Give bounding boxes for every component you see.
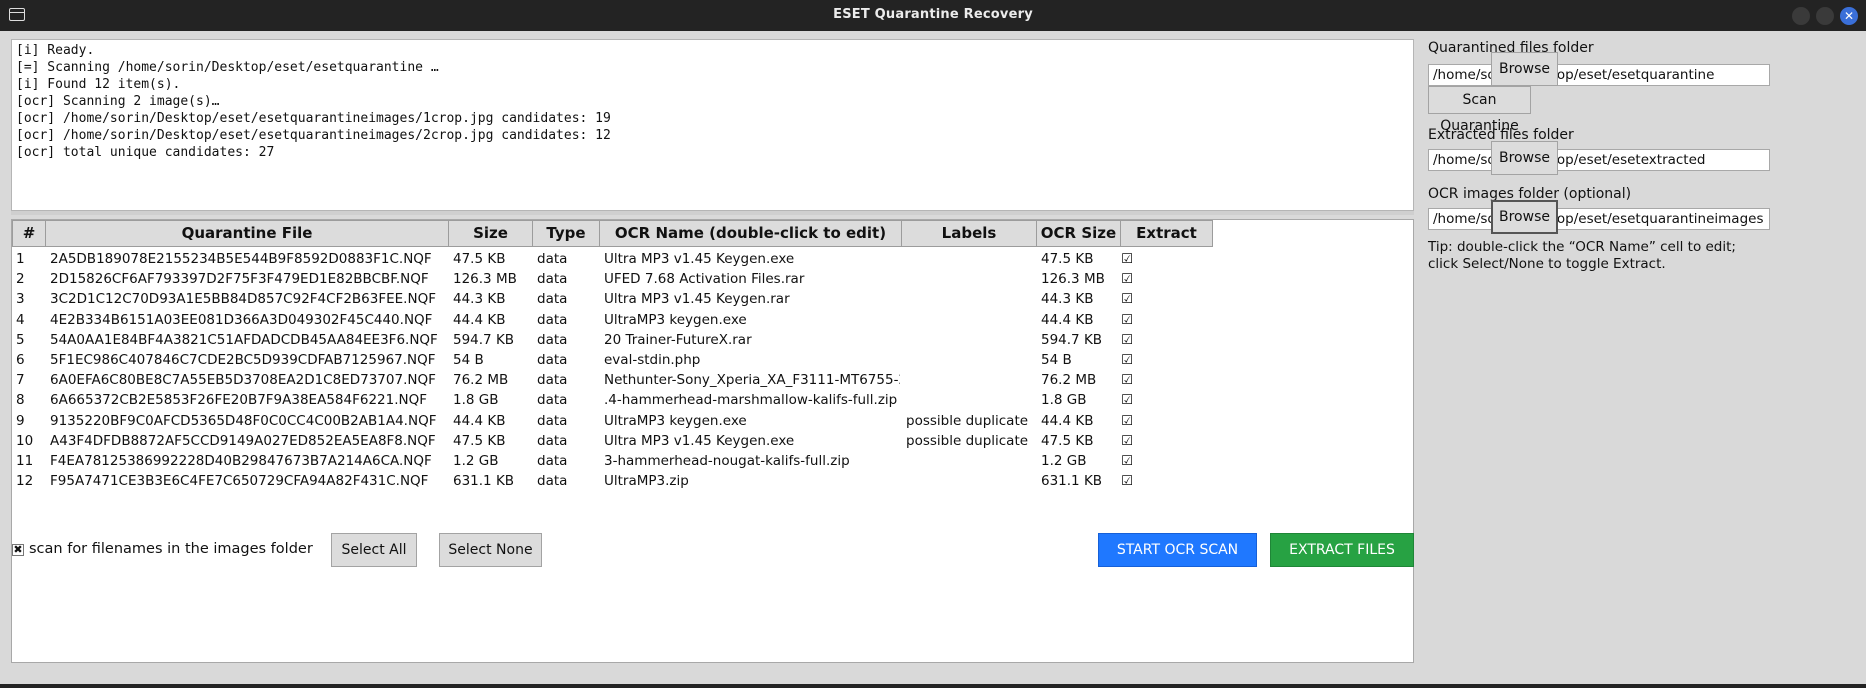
window-frame-bottom	[0, 684, 1866, 688]
app-window: ESET Quarantine Recovery ✕ [i] Ready. [=]…	[0, 0, 1866, 688]
log-line: [i] Found 12 item(s).	[16, 77, 181, 92]
table-cell-quarantine-file: F95A7471CE3B3E6C4FE7C650729CFA94A82F431C…	[50, 473, 429, 490]
ocr-folder-input[interactable]: /home/sorin/Desktop/eset/esetquarantinei…	[1428, 208, 1770, 230]
extracted-folder-input[interactable]: /home/sorin/Desktop/eset/esetextracted	[1428, 149, 1770, 171]
column-header-quarantine-file[interactable]: Quarantine File	[46, 220, 449, 247]
log-line: [ocr] Scanning 2 image(s)…	[16, 94, 220, 109]
column-header-labels[interactable]: Labels	[902, 220, 1037, 247]
maximize-button[interactable]	[1816, 7, 1834, 25]
column-header-type[interactable]: Type	[533, 220, 600, 247]
usage-tip: Tip: double-click the “OCR Name” cell to…	[1428, 239, 1736, 272]
log-line: [ocr] total unique candidates: 27	[16, 145, 275, 160]
select-all-button[interactable]: Select All	[331, 533, 417, 567]
extract-files-button[interactable]: EXTRACT FILES	[1270, 533, 1414, 567]
window-title: ESET Quarantine Recovery	[833, 7, 1033, 22]
close-button[interactable]: ✕	[1840, 7, 1858, 25]
column-header-index[interactable]: #	[12, 220, 46, 247]
scan-images-checkbox[interactable]: ✖	[12, 544, 24, 556]
client-area: [i] Ready. [=] Scanning /home/sorin/Deskt…	[0, 31, 1866, 684]
browse-ocr-button[interactable]: Browse	[1491, 200, 1558, 234]
table-cell-type: data	[537, 473, 568, 490]
log-line: [=] Scanning /home/sorin/Desktop/eset/es…	[16, 60, 439, 75]
browse-quarantine-button[interactable]: Browse	[1491, 52, 1558, 86]
table-cell-labels	[906, 469, 1035, 493]
table-header: # Quarantine File Size Type OCR Name (double…	[12, 220, 1413, 247]
browse-extracted-button[interactable]: Browse	[1491, 141, 1558, 175]
scan-quarantine-button[interactable]: Scan Quarantine	[1428, 86, 1531, 134]
column-header-ocr-size[interactable]: OCR Size	[1037, 220, 1121, 247]
table-cell-index: 12	[16, 473, 34, 490]
quarantine-folder-input[interactable]: /home/sorin/Desktop/eset/esetquarantine	[1428, 64, 1770, 86]
log-line: [i] Ready.	[16, 43, 95, 58]
log-line: [ocr] /home/sorin/Desktop/eset/esetquara…	[16, 111, 611, 126]
select-none-button[interactable]: Select None	[439, 533, 542, 567]
column-header-size[interactable]: Size	[449, 220, 533, 247]
column-header-ocr-name[interactable]: OCR Name (double-click to edit)	[600, 220, 902, 247]
files-table[interactable]: # Quarantine File Size Type OCR Name (double…	[11, 219, 1414, 663]
extract-checkbox[interactable]: ☑	[1107, 469, 1147, 493]
table-cell-ocr-name[interactable]: UltraMP3.zip	[604, 469, 900, 493]
scan-images-label: scan for filenames in the images folder	[29, 541, 313, 557]
log-scrollbar[interactable]	[11, 211, 1414, 215]
title-bar[interactable]: ESET Quarantine Recovery ✕	[0, 0, 1866, 31]
table-row[interactable]: 12 F95A7471CE3B3E6C4FE7C650729CFA94A82F43…	[12, 469, 1413, 493]
settings-panel: Quarantined files folder /home/sorin/Des…	[1424, 31, 1866, 684]
minimize-button[interactable]	[1792, 7, 1810, 25]
close-icon: ✕	[1843, 9, 1855, 23]
column-header-extract[interactable]: Extract	[1121, 220, 1213, 247]
start-ocr-scan-button[interactable]: START OCR SCAN	[1098, 533, 1257, 567]
table-cell-size: 631.1 KB	[453, 473, 515, 490]
log-line: [ocr] /home/sorin/Desktop/eset/esetquara…	[16, 128, 611, 143]
log-output[interactable]: [i] Ready. [=] Scanning /home/sorin/Deskt…	[11, 39, 1414, 211]
